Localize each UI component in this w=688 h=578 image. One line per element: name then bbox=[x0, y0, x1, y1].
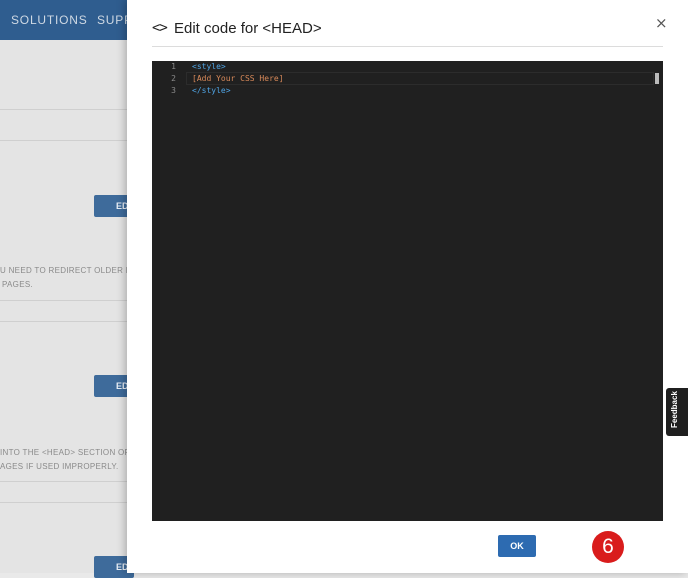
code-line[interactable]: 2 [Add Your CSS Here] bbox=[152, 73, 652, 85]
divider bbox=[0, 502, 130, 503]
line-number: 1 bbox=[171, 62, 176, 71]
code-text[interactable]: [Add Your CSS Here] bbox=[192, 73, 284, 85]
code-text[interactable]: </style> bbox=[192, 85, 231, 97]
section-description: AGES IF USED IMPROPERLY. bbox=[0, 462, 119, 471]
code-text[interactable]: <style> bbox=[192, 61, 226, 73]
modal-title: Edit code for <HEAD> bbox=[174, 20, 322, 37]
line-number: 3 bbox=[171, 86, 176, 95]
code-editor[interactable]: 1 <style> 2 [Add Your CSS Here] 3 </styl… bbox=[152, 61, 663, 521]
nav-item-solutions[interactable]: SOLUTIONS bbox=[11, 13, 88, 27]
modal-header: <> Edit code for <HEAD> bbox=[152, 14, 663, 47]
code-line[interactable]: 1 <style> bbox=[152, 61, 652, 73]
feedback-tab[interactable]: Feedback bbox=[666, 388, 688, 436]
feedback-label: Feedback bbox=[670, 391, 679, 428]
divider bbox=[0, 321, 130, 322]
code-line[interactable]: 3 </style> bbox=[152, 85, 652, 97]
section-description: PAGES. bbox=[2, 280, 33, 289]
divider bbox=[0, 481, 130, 482]
edit-code-modal: <> Edit code for <HEAD> × 1 <style> 2 [A… bbox=[127, 0, 688, 573]
step-badge: 6 bbox=[592, 531, 624, 563]
line-number: 2 bbox=[171, 74, 176, 83]
divider bbox=[0, 300, 130, 301]
section-description: INTO THE <HEAD> SECTION OF EV bbox=[0, 448, 144, 457]
close-icon[interactable]: × bbox=[655, 14, 668, 32]
editor-gutter bbox=[152, 61, 186, 521]
ok-button[interactable]: OK bbox=[498, 535, 536, 557]
scrollbar-thumb[interactable] bbox=[655, 73, 659, 84]
code-icon: <> bbox=[152, 20, 168, 36]
divider bbox=[0, 140, 130, 141]
divider bbox=[0, 109, 130, 110]
